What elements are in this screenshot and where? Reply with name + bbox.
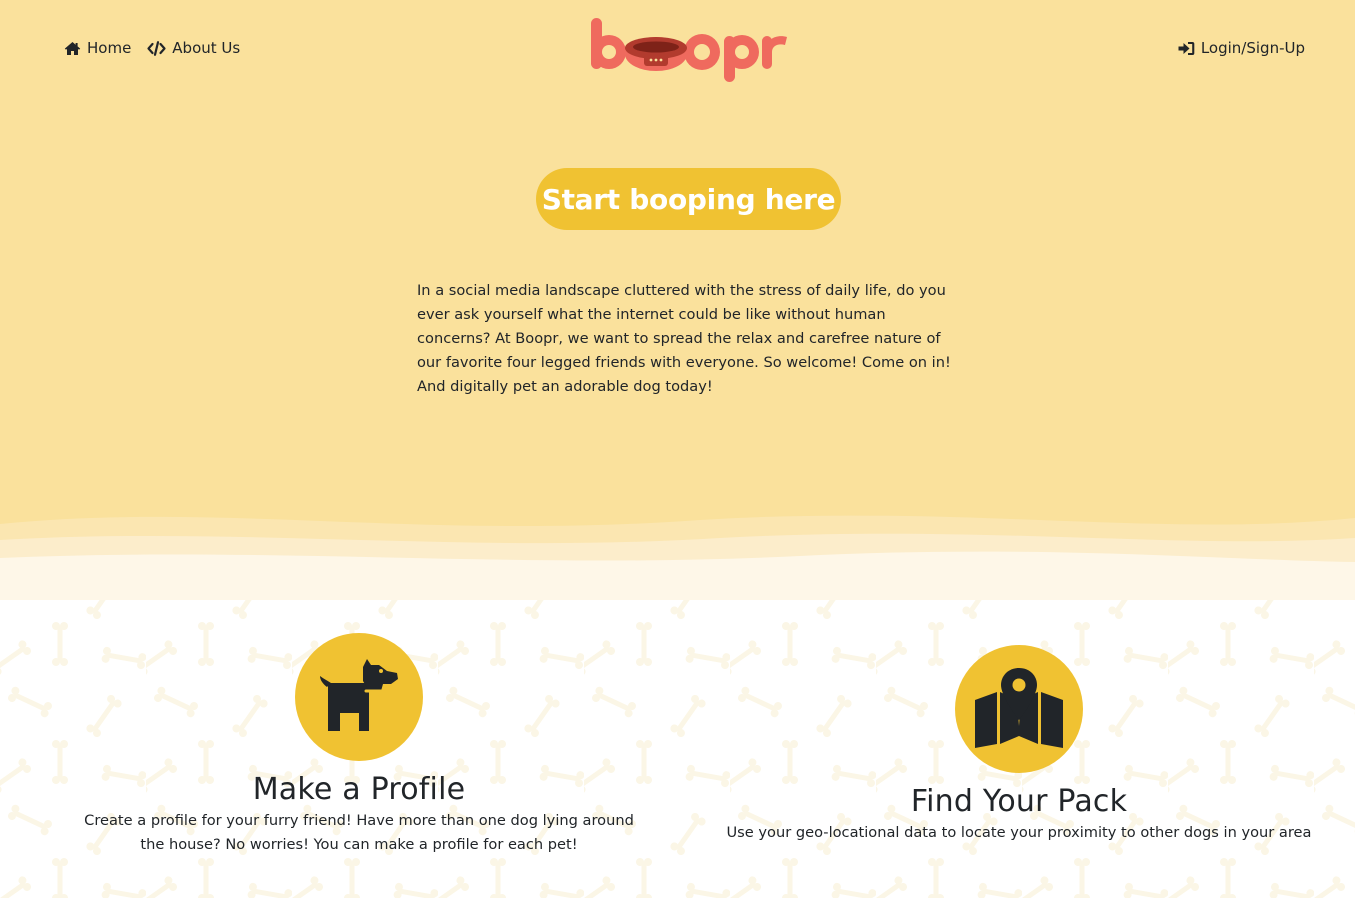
start-booping-button[interactable]: Start booping here — [536, 168, 841, 230]
nav-home-link[interactable]: Home — [64, 39, 131, 57]
feature-icon-circle — [955, 645, 1083, 773]
nav-about-link[interactable]: About Us — [147, 39, 240, 57]
nav-about-label: About Us — [172, 39, 241, 57]
feature-title: Make a Profile — [252, 772, 466, 807]
account-nav: Login/Sign-Up — [1178, 36, 1305, 60]
map-marker-icon — [973, 666, 1065, 752]
sign-in-icon — [1178, 41, 1195, 56]
nav-login-link[interactable]: Login/Sign-Up — [1178, 39, 1305, 57]
main-nav: Home About Us — [64, 36, 240, 60]
home-icon — [64, 41, 81, 56]
feature-make-profile: Make a Profile Create a profile for your… — [70, 633, 648, 857]
feature-description: Create a profile for your furry friend! … — [84, 812, 634, 853]
boopr-logo[interactable] — [588, 14, 792, 84]
wave-divider — [0, 490, 1355, 600]
feature-title: Find Your Pack — [910, 784, 1128, 819]
feature-find-pack: Find Your Pack Use your geo-locational d… — [720, 645, 1318, 845]
code-icon — [147, 40, 166, 56]
nav-login-label: Login/Sign-Up — [1200, 39, 1305, 57]
dog-icon — [317, 657, 401, 737]
intro-paragraph: In a social media landscape cluttered wi… — [417, 282, 951, 395]
nav-home-label: Home — [87, 39, 132, 57]
feature-icon-circle — [295, 633, 423, 761]
feature-description: Use your geo-locational data to locate y… — [726, 824, 1312, 841]
landing-page: Home About Us Login/Sign-Up Start boopin… — [0, 0, 1355, 898]
